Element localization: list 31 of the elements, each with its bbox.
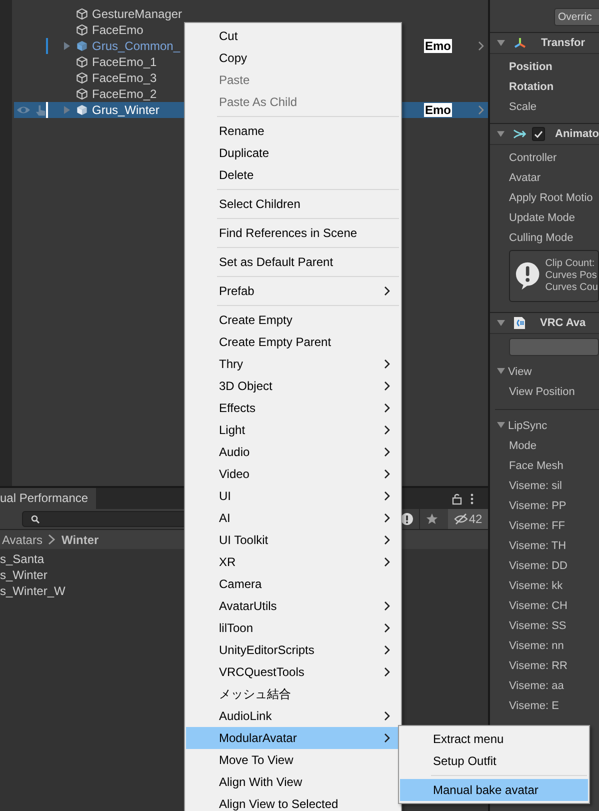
tag-label: Emo (424, 103, 452, 117)
property-label: Viseme: DD (508, 559, 568, 574)
property-label: Update Mode (508, 211, 576, 226)
property-label: Viseme: CH (508, 599, 568, 614)
property-label: Viseme: RR (508, 659, 568, 674)
tag-label: Emo (424, 39, 452, 53)
property-label: Viseme: FF (508, 519, 566, 534)
component-title: Animato (555, 128, 599, 140)
property-label: Apply Root Motio (508, 191, 594, 206)
property-label: Mode (508, 439, 538, 454)
property-label: Rotation (508, 80, 555, 95)
property-label: Culling Mode (508, 231, 574, 246)
property-label: Scale (508, 100, 538, 115)
property-label: Face Mesh (508, 459, 564, 474)
property-label: View Position (508, 385, 576, 400)
property-label: Viseme: SS (508, 619, 568, 634)
component-title: VRC Ava (540, 317, 586, 329)
property-label: Viseme: aa (508, 679, 565, 694)
help-text: Curves Pos (545, 270, 598, 282)
help-text: Clip Count: (545, 258, 596, 270)
property-label: Controller (508, 151, 558, 166)
property-label: Viseme: sil (508, 479, 563, 494)
property-label: Avatar (508, 171, 542, 186)
property-label: Position (508, 60, 554, 75)
property-label: Viseme: nn (508, 639, 565, 654)
property-label: Viseme: TH (508, 539, 568, 554)
property-label: Viseme: PP (508, 499, 568, 514)
component-title: Transfor (541, 37, 586, 49)
property-label: Viseme: E (508, 699, 560, 714)
help-text: Curves Cou (545, 282, 598, 294)
property-label: Viseme: kk (508, 579, 564, 594)
